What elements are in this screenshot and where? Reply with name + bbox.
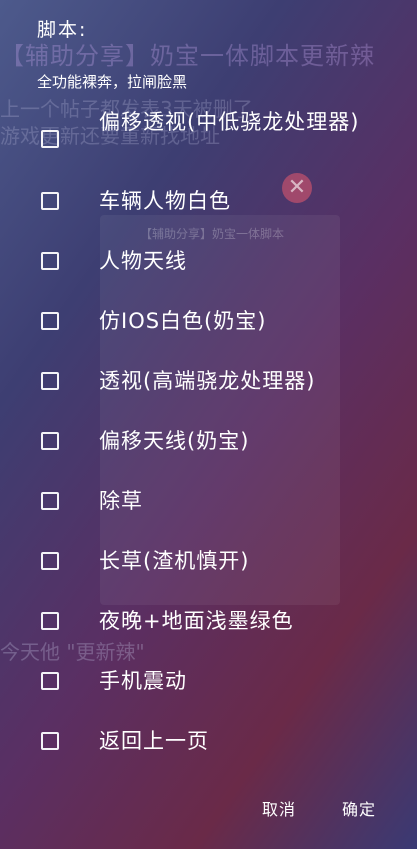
option-offset-antenna[interactable]: 偏移天线(奶宝): [0, 423, 417, 459]
checkbox[interactable]: [41, 492, 59, 510]
option-label: 人物天线: [99, 249, 187, 273]
option-long-grass[interactable]: 长草(渣机慎开): [0, 543, 417, 579]
option-character-antenna[interactable]: 人物天线: [0, 243, 417, 279]
checkbox[interactable]: [41, 130, 59, 148]
option-night-green-ground[interactable]: 夜晚+地面浅墨绿色: [0, 603, 417, 639]
checkbox[interactable]: [41, 372, 59, 390]
option-label: 除草: [99, 489, 143, 513]
confirm-button[interactable]: 确定: [342, 796, 376, 820]
checkbox[interactable]: [41, 732, 59, 750]
option-label: 车辆人物白色: [99, 189, 231, 213]
dialog-actions: 取消 确定: [0, 796, 417, 824]
checkbox[interactable]: [41, 312, 59, 330]
checkbox[interactable]: [41, 552, 59, 570]
option-vehicle-character-white[interactable]: 车辆人物白色: [0, 183, 417, 219]
checkbox[interactable]: [41, 192, 59, 210]
option-esp-high-end[interactable]: 透视(高端骁龙处理器): [0, 363, 417, 399]
option-ios-white[interactable]: 仿IOS白色(奶宝): [0, 303, 417, 339]
checkbox[interactable]: [41, 612, 59, 630]
option-offset-esp[interactable]: 偏移透视(中低骁龙处理器): [0, 103, 417, 171]
option-label: 仿IOS白色(奶宝): [99, 309, 267, 333]
option-label: 长草(渣机慎开): [99, 549, 250, 573]
checkbox[interactable]: [41, 672, 59, 690]
checkbox[interactable]: [41, 432, 59, 450]
option-label: 透视(高端骁龙处理器): [99, 369, 316, 393]
option-label: 返回上一页: [99, 729, 209, 753]
cancel-button[interactable]: 取消: [262, 796, 296, 820]
option-go-back[interactable]: 返回上一页: [0, 723, 417, 759]
script-dialog: 脚本: 全功能裸奔，拉闸脸黑 偏移透视(中低骁龙处理器) 车辆人物白色 人物天线…: [0, 0, 417, 849]
option-label: 手机震动: [99, 669, 187, 693]
option-remove-grass[interactable]: 除草: [0, 483, 417, 519]
option-label: 偏移透视(中低骁龙处理器): [99, 110, 360, 134]
dialog-title: 脚本:: [37, 19, 88, 41]
checkbox[interactable]: [41, 252, 59, 270]
dialog-subtitle: 全功能裸奔，拉闸脸黑: [37, 73, 188, 91]
option-phone-vibration[interactable]: 手机震动: [0, 663, 417, 699]
option-label: 夜晚+地面浅墨绿色: [99, 609, 294, 633]
option-label: 偏移天线(奶宝): [99, 429, 250, 453]
